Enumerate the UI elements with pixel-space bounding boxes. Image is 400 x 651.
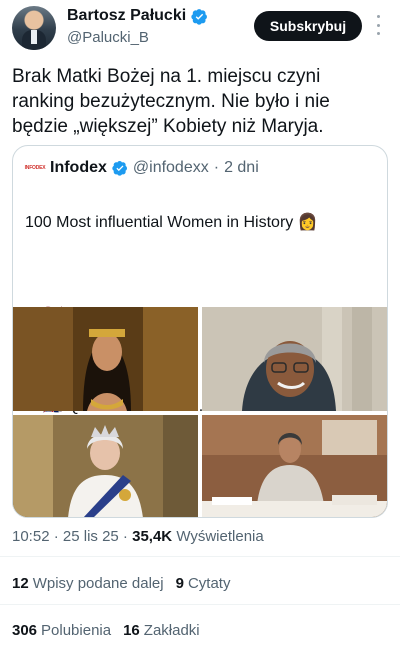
subscribe-button[interactable]: Subskrybuj bbox=[254, 11, 362, 41]
tweet-header: Bartosz Pałucki @Palucki_B Subskrybuj bbox=[0, 0, 400, 56]
bookmarks-stat[interactable]: 16 Zakładki bbox=[123, 622, 200, 639]
quoted-author-handle[interactable]: @infodexx bbox=[133, 159, 209, 177]
quoted-tweet-header: INFODEX Infodex @infodexx · 2 dni bbox=[25, 158, 259, 178]
tweet-text: Brak Matki Bożej na 1. miejscu czyni ran… bbox=[12, 66, 330, 137]
image-cleopatra[interactable] bbox=[13, 307, 198, 411]
verified-badge-icon bbox=[191, 8, 208, 25]
avatar-shirt bbox=[31, 30, 37, 44]
quoted-author-name[interactable]: Infodex bbox=[50, 159, 107, 177]
reposts-stat[interactable]: 12 Wpisy podane dalej bbox=[12, 575, 164, 592]
tweet-date[interactable]: 25 lis 25 bbox=[63, 528, 119, 545]
quotes-stat[interactable]: 9 Cytaty bbox=[176, 575, 231, 592]
divider bbox=[0, 604, 400, 605]
image-woman-at-desk[interactable] bbox=[202, 415, 387, 517]
verified-badge-icon bbox=[112, 161, 127, 176]
stats-row-likes: 306 Polubienia 16 Zakładki bbox=[12, 622, 200, 639]
separator-dot: · bbox=[213, 159, 220, 176]
media-grid bbox=[13, 307, 387, 517]
quoted-tweet[interactable]: INFODEX Infodex @infodexx · 2 dni 100 Mo… bbox=[12, 145, 388, 518]
author-handle[interactable]: @Palucki_B bbox=[67, 29, 149, 46]
image-elderly-woman[interactable] bbox=[202, 307, 387, 411]
likes-stat[interactable]: 306 Polubienia bbox=[12, 622, 111, 639]
tweet-time[interactable]: 10:52 bbox=[12, 528, 50, 545]
avatar[interactable] bbox=[12, 6, 56, 50]
author-name-row: Bartosz Pałucki bbox=[67, 7, 208, 25]
image-queen[interactable] bbox=[13, 415, 198, 517]
quoted-title: 100 Most influential Women in History 👩 bbox=[25, 214, 318, 231]
infodex-logo-icon: INFODEX bbox=[24, 165, 46, 171]
more-options-icon[interactable] bbox=[370, 15, 386, 35]
divider bbox=[0, 556, 400, 557]
author-name[interactable]: Bartosz Pałucki bbox=[67, 7, 186, 25]
quoted-time[interactable]: 2 dni bbox=[224, 159, 259, 177]
views-count: 35,4K bbox=[132, 528, 173, 545]
tweet-meta: 10:52 · 25 lis 25 · 35,4K Wyświetlenia bbox=[12, 528, 264, 545]
stats-row-reposts: 12 Wpisy podane dalej 9 Cytaty bbox=[12, 575, 230, 592]
views-label: Wyświetlenia bbox=[176, 528, 264, 545]
